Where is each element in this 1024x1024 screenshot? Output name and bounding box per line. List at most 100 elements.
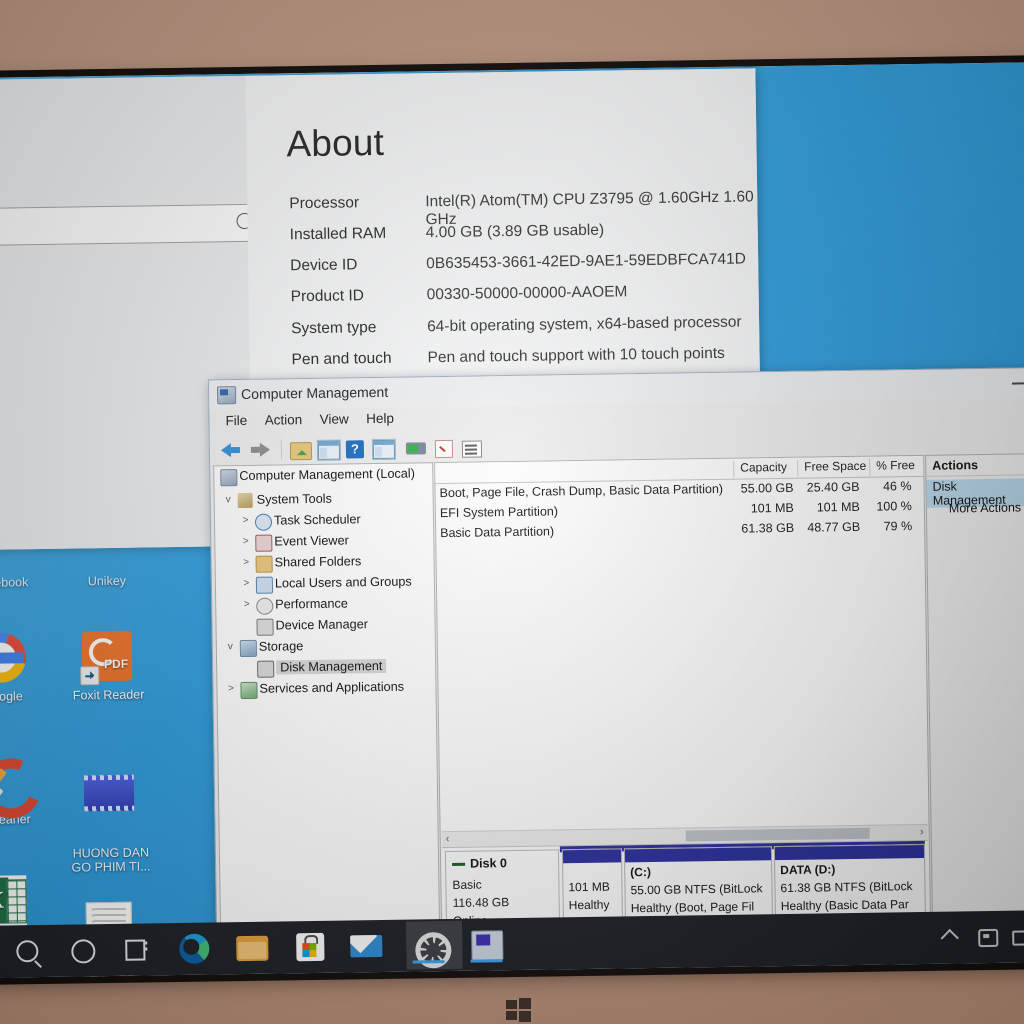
- windows-logo: [506, 998, 532, 1022]
- up-folder-icon[interactable]: [289, 438, 313, 461]
- tree-item-label: Performance: [275, 596, 348, 612]
- scroll-right-arrow[interactable]: ›: [920, 826, 924, 838]
- actions-pane[interactable]: Actions Disk Management More Actions: [925, 453, 1024, 927]
- chevron-right-icon[interactable]: >: [241, 578, 252, 589]
- chevron-right-icon[interactable]: >: [240, 536, 251, 547]
- desktop-icon-unikey-label[interactable]: Unikey: [55, 573, 159, 589]
- battery-icon[interactable]: [1012, 930, 1024, 946]
- search-input[interactable]: etting: [0, 203, 266, 249]
- disk-name: Disk 0: [469, 856, 508, 871]
- taskbar-task-view-button[interactable]: [118, 931, 155, 968]
- taskbar-mail-button[interactable]: [348, 928, 385, 965]
- menu-item-help[interactable]: Help: [366, 408, 394, 426]
- partition-size: 61.38 GB NTFS (BitLock: [780, 879, 913, 896]
- taskbar-computer-management-button[interactable]: [468, 926, 505, 963]
- chevron-down-icon[interactable]: v: [225, 641, 236, 652]
- properties-icon[interactable]: [405, 436, 428, 458]
- about-row-value-system-type: 64-bit operating system, x64-based proce…: [426, 313, 742, 336]
- clock-icon: [254, 513, 273, 531]
- desktop-icon-google[interactable]: Google: [0, 632, 55, 705]
- photograph-of-tablet: Google PDF Foxit Reader CCleaner HUONG D…: [0, 0, 1024, 1024]
- tree-item-label: Shared Folders: [274, 554, 362, 570]
- shared-folders-icon: [255, 555, 273, 573]
- desktop-icon-foxit-reader[interactable]: PDF Foxit Reader: [56, 630, 161, 703]
- disk-size: 116.48 GB: [452, 895, 510, 910]
- cell-status: Basic Data Partition): [440, 524, 555, 541]
- about-row-label-processor: Processor: [289, 194, 360, 213]
- tree-item-services-and-applications[interactable]: > Services and Applications: [217, 676, 435, 700]
- column-header-capacity[interactable]: Capacity: [733, 459, 803, 478]
- taskbar-running-indicator: [412, 960, 445, 964]
- disk-management-pane[interactable]: Capacity Free Space % Free Boot, Page Fi…: [434, 454, 937, 935]
- menu-item-action[interactable]: Action: [265, 409, 303, 428]
- taskbar-search-button[interactable]: [8, 933, 45, 970]
- cell-free: 25.40 GB: [806, 479, 860, 495]
- column-header-status[interactable]: [435, 461, 739, 483]
- event-viewer-icon: [255, 534, 273, 552]
- disk-icon: [452, 862, 466, 866]
- partition-health: Healthy (Boot, Page Fil: [630, 899, 755, 916]
- navigation-tree[interactable]: Computer Management (Local) v System Too…: [213, 462, 441, 938]
- excel-icon: X: [0, 875, 32, 928]
- desktop-icon-label: Facebook: [0, 575, 29, 591]
- refresh-icon[interactable]: [434, 436, 457, 459]
- scrollbar-thumb[interactable]: [685, 827, 870, 842]
- show-action-pane-icon[interactable]: [371, 437, 397, 461]
- about-row-label-product-id: Product ID: [290, 287, 365, 306]
- minimize-button[interactable]: [1012, 382, 1024, 385]
- desktop-icon-huong-dan-go-phim[interactable]: HUONG DAN GO PHIM TI...: [57, 753, 163, 889]
- desktop-icon-label: re: [0, 808, 2, 824]
- chevron-down-icon[interactable]: v: [223, 494, 234, 505]
- chevron-right-icon[interactable]: >: [241, 599, 252, 610]
- export-list-icon[interactable]: [461, 435, 484, 458]
- taskbar-cortana-button[interactable]: [64, 932, 101, 969]
- performance-icon: [256, 597, 274, 615]
- chevron-right-icon[interactable]: >: [240, 515, 251, 526]
- cell-free: 48.77 GB: [807, 519, 861, 535]
- cell-capacity: 101 MB: [750, 500, 794, 516]
- google-icon: [0, 632, 28, 685]
- back-arrow-icon[interactable]: [220, 439, 242, 461]
- desktop-icon-facebook-label[interactable]: Facebook: [0, 575, 53, 591]
- actions-header: Actions: [932, 458, 979, 473]
- disk-type: Basic: [452, 877, 482, 892]
- tree-item-label: System Tools: [256, 491, 332, 507]
- desktop-icon-label: Google: [0, 689, 23, 704]
- partition-health: Healthy: [568, 897, 610, 913]
- column-header-free-space[interactable]: Free Space: [797, 458, 875, 477]
- chevron-right-icon[interactable]: >: [241, 557, 252, 568]
- users-icon: [255, 576, 274, 594]
- computer-management-icon: [216, 386, 237, 405]
- ccleaner-icon: [0, 749, 50, 828]
- tree-item-label: Disk Management: [276, 658, 387, 675]
- desktop-icon-label: Foxit Reader: [72, 687, 145, 703]
- partition-efi[interactable]: 101 MB Healthy: [561, 848, 624, 928]
- taskbar-settings-button[interactable]: [410, 927, 452, 969]
- desktop-icon-ccleaner[interactable]: CCleaner: [0, 749, 56, 828]
- taskbar-microsoft-edge-button[interactable]: [176, 931, 213, 968]
- tree-item-label: Services and Applications: [259, 679, 405, 696]
- tree-item-label: Storage: [258, 639, 304, 654]
- tree-item-label: Device Manager: [275, 617, 369, 633]
- action-item-more-actions[interactable]: More Actions: [927, 500, 1024, 516]
- menu-item-file[interactable]: File: [225, 410, 247, 428]
- cell-pct: 46 %: [882, 479, 912, 494]
- cell-status: Boot, Page File, Crash Dump, Basic Data …: [439, 481, 724, 501]
- taskbar-microsoft-store-button[interactable]: [292, 929, 329, 966]
- taskbar-file-explorer-button[interactable]: [234, 930, 271, 967]
- device-manager-icon: [256, 618, 274, 636]
- show-hidden-icons-chevron[interactable]: [940, 928, 959, 948]
- partition-color-bar: [624, 847, 772, 863]
- about-row-value-device-id: 0B635453-3661-42ED-9AE1-59EDBFCA741D: [426, 250, 746, 273]
- chevron-right-icon[interactable]: >: [225, 683, 236, 694]
- show-hide-tree-icon[interactable]: [316, 438, 342, 461]
- menu-item-view[interactable]: View: [320, 408, 349, 426]
- forward-arrow-icon[interactable]: [250, 439, 272, 461]
- desktop-icon-partial-label-re[interactable]: re: [0, 808, 2, 824]
- help-icon[interactable]: ?: [345, 437, 368, 459]
- storage-icon: [239, 639, 258, 658]
- scroll-left-arrow[interactable]: ‹: [446, 833, 450, 845]
- tree-item-computer-management-local[interactable]: Computer Management (Local): [214, 463, 432, 490]
- network-icon[interactable]: [978, 928, 999, 948]
- computer-management-window[interactable]: Computer Management File Action View Hel…: [207, 367, 1024, 942]
